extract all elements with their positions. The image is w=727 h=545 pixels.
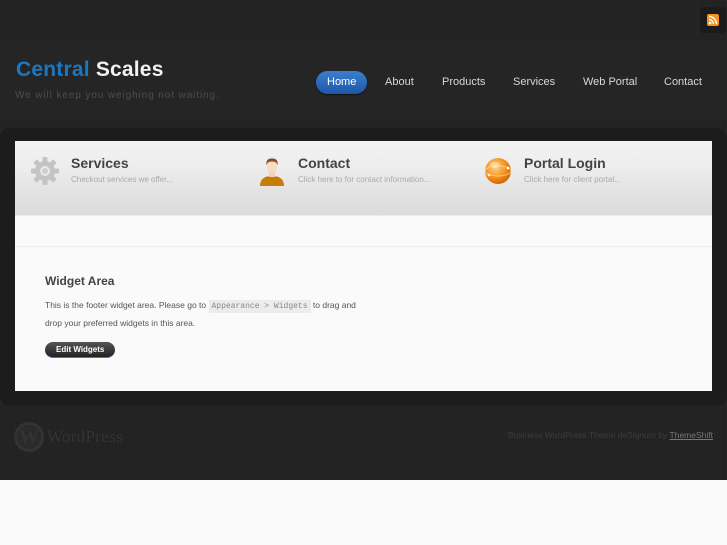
nav-item-home[interactable]: Home [316, 71, 368, 94]
wordpress-logo-text: WordPress [47, 427, 123, 446]
site-title-part2: Scales [95, 58, 164, 81]
widget-text: This is the footer widget area. Please g… [45, 297, 365, 332]
nav-item-services[interactable]: Services [513, 71, 555, 94]
wordpress-icon: W [14, 422, 44, 452]
themeshift-link[interactable]: ThemeShift [670, 430, 713, 440]
rss-feed-icon [707, 14, 719, 26]
site-logo[interactable]: Central Scales [16, 58, 164, 82]
nav-item-contact[interactable]: Contact [664, 71, 702, 94]
feature-title[interactable]: Contact [298, 155, 350, 171]
edit-widgets-button[interactable]: Edit Widgets [45, 342, 116, 358]
footer: W WordPress Business WordPress Theme deS… [0, 405, 727, 480]
globe-icon [482, 155, 514, 187]
main-content: Services Checkout services we offer... C… [15, 141, 712, 391]
widget-area: Widget Area This is the footer widget ar… [45, 274, 365, 358]
feature-services[interactable]: Services Checkout services we offer... [15, 141, 235, 216]
nav-item-web-portal[interactable]: Web Portal [583, 71, 637, 94]
credit-text: Business WordPress Theme deSignum by [507, 430, 668, 440]
feature-description: Click here for client portal... [524, 175, 621, 184]
feature-contact[interactable]: Contact Click here to for contact inform… [242, 141, 462, 216]
widget-title: Widget Area [45, 274, 115, 288]
feature-portal-login[interactable]: Portal Login Click here for client porta… [468, 141, 688, 216]
rss-button[interactable] [700, 7, 726, 33]
user-icon [256, 155, 288, 187]
site-tagline: We will keep you weighing not waiting. [15, 90, 220, 101]
wordpress-logo[interactable]: W WordPress [14, 422, 123, 452]
divider [15, 246, 712, 247]
footer-credit: Business WordPress Theme deSignum by The… [508, 430, 713, 440]
widget-code: Appearance > Widgets [208, 300, 311, 313]
nav-item-about[interactable]: About [385, 71, 414, 94]
site-title-part1: Central [16, 58, 90, 81]
feature-title[interactable]: Services [71, 155, 129, 171]
nav-item-products[interactable]: Products [442, 71, 485, 94]
gear-icon [29, 155, 61, 187]
features-bar: Services Checkout services we offer... C… [15, 141, 712, 216]
feature-title[interactable]: Portal Login [524, 155, 606, 171]
feature-description: Checkout services we offer... [71, 175, 174, 184]
feature-description: Click here to for contact information... [298, 175, 431, 184]
widget-text-before: This is the footer widget area. Please g… [45, 300, 207, 310]
